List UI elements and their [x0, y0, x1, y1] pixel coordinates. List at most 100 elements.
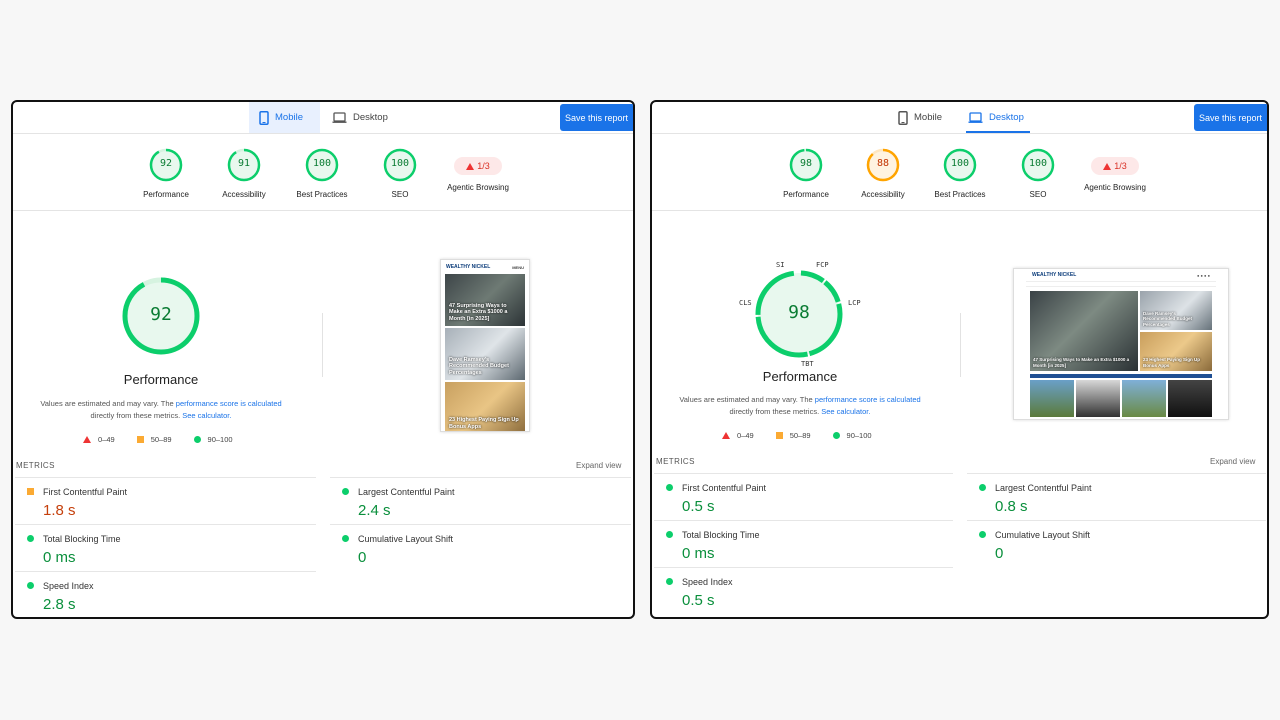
category-accessibility[interactable]: 91 Accessibility: [199, 148, 289, 199]
circle-icon: [832, 432, 840, 439]
laptop-icon: [332, 111, 347, 123]
metric-value: 0: [358, 549, 367, 566]
agentic-browsing-score: 1/3: [1114, 161, 1127, 171]
tab-desktop-label: Desktop: [353, 112, 388, 123]
legend-good-label: 90–100: [207, 435, 233, 444]
legend-poor: 0–49: [83, 435, 115, 444]
thumb-card: 23 Highest Paying Sign Up Bonus Apps: [1140, 332, 1212, 371]
metric-name: Largest Contentful Paint: [358, 487, 455, 497]
agentic-browsing-score: 1/3: [477, 161, 490, 171]
thumb-section-bar: [1030, 374, 1212, 378]
metric-name: Speed Index: [682, 577, 733, 587]
see-calculator-link[interactable]: See calculator.: [821, 407, 870, 416]
performance-score-link[interactable]: performance score is calculated: [176, 399, 282, 408]
social-icons: ● ● ● ●: [1197, 272, 1210, 278]
main-performance-gauge: 92: [121, 276, 201, 356]
accessibility-score: 91: [237, 158, 251, 169]
metric-tbt: Total Blocking Time 0 ms: [15, 524, 316, 571]
seo-label: SEO: [391, 190, 409, 199]
circle-good-icon: [342, 488, 349, 495]
expand-view-link[interactable]: Expand view: [1210, 457, 1255, 466]
metric-name: First Contentful Paint: [682, 483, 767, 493]
agentic-browsing-label: Agentic Browsing: [447, 183, 509, 192]
see-calculator-link[interactable]: See calculator.: [182, 411, 231, 420]
main-performance-title: Performance: [123, 372, 199, 387]
tab-mobile[interactable]: Mobile: [888, 102, 958, 133]
performance-gauge: 98: [789, 148, 823, 182]
desktop-report-panel: Mobile Desktop Save this report 98 Perfo…: [650, 100, 1269, 619]
circle-good-icon: [27, 582, 34, 589]
performance-gauge: 92: [149, 148, 183, 182]
gauge-label-si: SI: [776, 261, 785, 269]
expand-view-link[interactable]: Expand view: [576, 461, 621, 470]
legend-poor-label: 0–49: [737, 431, 754, 440]
circle-good-icon: [979, 484, 986, 491]
category-agentic-browsing[interactable]: 1/3 Agentic Browsing: [433, 148, 523, 192]
thumb-card-caption: 23 Highest Paying Sign Up Bonus Apps: [1143, 357, 1201, 368]
metric-value: 0.5 s: [682, 592, 715, 609]
thumb-card: Dave Ramsey's Recommended Budget Percent…: [1140, 291, 1212, 330]
triangle-icon: [722, 432, 730, 439]
best-practices-label: Best Practices: [296, 190, 348, 199]
legend-good: 90–100: [832, 431, 872, 440]
category-seo[interactable]: 100 SEO: [355, 148, 445, 199]
seo-score: 100: [390, 158, 410, 169]
circle-icon: [193, 436, 201, 443]
save-report-button[interactable]: Save this report: [559, 104, 633, 131]
thumb-image: [1122, 380, 1166, 417]
legend-average: 50–89: [136, 435, 172, 444]
phone-icon: [259, 110, 269, 125]
disclaimer-text-2: directly from these metrics.: [729, 407, 822, 416]
legend-average-label: 50–89: [789, 431, 811, 440]
metric-value: 2.4 s: [358, 502, 391, 519]
score-disclaimer: Values are estimated and may vary. The p…: [670, 394, 930, 418]
seo-gauge: 100: [1021, 148, 1055, 182]
agentic-browsing-label: Agentic Browsing: [1084, 183, 1146, 192]
gauge-label-lcp: LCP: [848, 299, 861, 307]
device-tabs: Mobile Desktop Save this report: [652, 102, 1267, 134]
thumb-card-caption: Dave Ramsey's Recommended Budget Percent…: [1143, 310, 1193, 327]
thumb-card: 47 Surprising Ways to Make an Extra $100…: [1030, 291, 1138, 371]
tab-desktop[interactable]: Desktop: [322, 102, 402, 133]
performance-score: 92: [159, 158, 173, 169]
seo-gauge: 100: [383, 148, 417, 182]
category-agentic-browsing[interactable]: 1/3 Agentic Browsing: [1070, 148, 1160, 192]
performance-score-link[interactable]: performance score is calculated: [815, 395, 921, 404]
agentic-browsing-badge: 1/3: [1091, 157, 1139, 175]
square-icon: [136, 436, 144, 443]
thumb-image: [1030, 380, 1074, 417]
accessibility-label: Accessibility: [222, 190, 266, 199]
category-best-practices[interactable]: 100 Best Practices: [915, 148, 1005, 199]
metric-cls: Cumulative Layout Shift 0: [330, 524, 631, 571]
tab-mobile[interactable]: Mobile: [249, 102, 320, 133]
metric-value: 2.8 s: [43, 596, 76, 613]
metric-tbt: Total Blocking Time 0 ms: [654, 520, 953, 567]
circle-good-icon: [27, 535, 34, 542]
metric-cls: Cumulative Layout Shift 0: [967, 520, 1266, 567]
metric-value: 0.8 s: [995, 498, 1028, 515]
thumb-card-caption: 47 Surprising Ways to Make an Extra $100…: [1033, 357, 1130, 368]
category-best-practices[interactable]: 100 Best Practices: [277, 148, 367, 199]
category-performance[interactable]: 92 Performance: [121, 148, 211, 199]
thumb-grid: 47 Surprising Ways to Make an Extra $100…: [1030, 291, 1212, 371]
best-practices-score: 100: [312, 158, 332, 169]
thumb-image-row: [1030, 380, 1212, 417]
metric-name: Cumulative Layout Shift: [358, 534, 454, 544]
metric-value: 1.8 s: [43, 502, 76, 519]
thumb-site-name: WEALTHY NICKEL: [1032, 272, 1077, 278]
thumb-card: 47 Surprising Ways to Make an Extra $100…: [445, 274, 525, 326]
thumb-card-caption: 47 Surprising Ways to Make an Extra $100…: [449, 302, 508, 322]
legend-poor: 0–49: [722, 431, 754, 440]
laptop-icon: [968, 111, 983, 123]
tab-desktop[interactable]: Desktop: [958, 102, 1038, 133]
thumb-card-caption: Dave Ramsey's Recommended Budget Percent…: [449, 356, 509, 376]
gauge-label-cls: CLS: [739, 299, 752, 307]
seo-score: 100: [1028, 158, 1048, 169]
metric-fcp: First Contentful Paint 1.8 s: [15, 477, 316, 524]
main-performance-gauge: 98: [754, 269, 844, 359]
main-performance-title: Performance: [762, 369, 838, 384]
metric-name: Cumulative Layout Shift: [995, 530, 1091, 540]
save-report-button[interactable]: Save this report: [1193, 104, 1267, 131]
score-legend: 0–49 50–89 90–100: [83, 435, 255, 444]
accessibility-gauge: 91: [227, 148, 261, 182]
